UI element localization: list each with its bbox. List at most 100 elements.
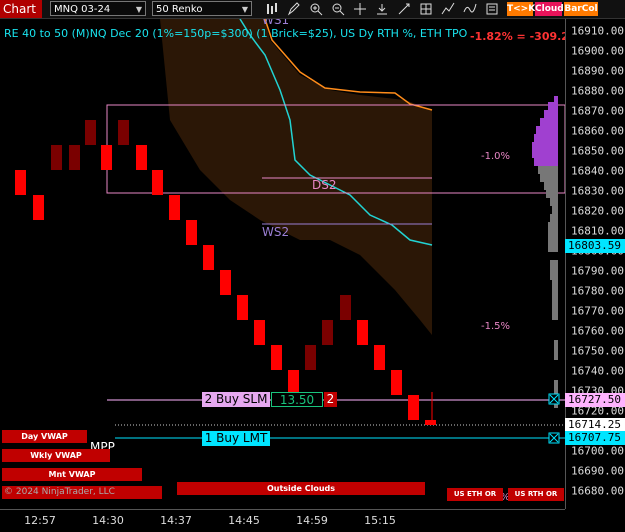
renko-brick (237, 295, 248, 320)
price-tick: 16740.00 (571, 364, 624, 378)
volume-profile-bar (552, 280, 558, 300)
pencil-icon[interactable] (287, 2, 301, 16)
price-tag-ws: 16803.59 (565, 239, 625, 253)
volume-profile-bar (552, 300, 558, 320)
volume-profile-bar (548, 102, 558, 110)
price-tick: 16810.00 (571, 224, 624, 238)
bar-type-value: 50 Renko (156, 4, 203, 15)
volume-profile-bar (550, 214, 558, 222)
volume-profile (532, 96, 558, 408)
price-tick: 16680.00 (571, 484, 624, 498)
pct-1-label: -1.0% (481, 151, 510, 162)
pct-15-label: -1.5% (481, 321, 510, 332)
volume-profile-bar (554, 340, 558, 360)
time-tick: 14:59 (296, 514, 328, 527)
price-tick: 16870.00 (571, 104, 624, 118)
renko-brick (408, 395, 419, 420)
time-tick: 14:30 (92, 514, 124, 527)
time-tick: 12:57 (24, 514, 56, 527)
mnt-vwap-label: Mnt VWAP (2, 468, 142, 481)
copyright: © 2024 NinjaTrader, LLC (4, 487, 115, 497)
barcol-toggle-button[interactable]: BarCol (564, 2, 598, 16)
volume-profile-bar (546, 190, 558, 198)
price-tick: 16690.00 (571, 464, 624, 478)
bar-chart-icon[interactable] (265, 2, 279, 16)
us-rth-or-label: US RTH OR (508, 488, 564, 501)
buy-slm-qty[interactable]: 2 (324, 392, 337, 407)
price-tick: 16900.00 (571, 44, 624, 58)
price-tag-buy-lmt: 16707.75 (565, 431, 625, 445)
volume-profile-bar (532, 150, 558, 158)
price-tick: 16840.00 (571, 164, 624, 178)
ws2-label: WS2 (262, 225, 289, 239)
buy-slm-price[interactable]: 13.50 (271, 392, 323, 407)
price-tick: 16830.00 (571, 184, 624, 198)
renko-brick (169, 195, 180, 220)
renko-brick (15, 170, 26, 195)
renko-brick (322, 320, 333, 345)
crosshair-icon[interactable] (353, 2, 367, 16)
save-icon[interactable] (375, 2, 389, 16)
time-tick: 14:37 (160, 514, 192, 527)
chevron-down-icon: ▼ (135, 5, 142, 14)
cloud-toggle-button[interactable]: Cloud (535, 2, 564, 16)
us-eth-or-label: US ETH OR (447, 488, 503, 501)
price-tick: 16890.00 (571, 64, 624, 78)
price-tick: 16780.00 (571, 284, 624, 298)
renko-brick (186, 220, 197, 245)
data-box-icon[interactable] (485, 2, 499, 16)
strategy-icon[interactable] (441, 2, 455, 16)
volume-profile-bar (540, 118, 558, 126)
time-tick: 15:15 (364, 514, 396, 527)
volume-profile-bar (534, 134, 558, 142)
volume-profile-bar (534, 158, 558, 166)
renko-brick (271, 345, 282, 370)
ds2-label: DS2 (312, 178, 337, 192)
price-tick: 16910.00 (571, 24, 624, 38)
renko-brick (85, 120, 96, 145)
price-tick: 16790.00 (571, 264, 624, 278)
volume-profile-bar (550, 260, 558, 280)
renko-brick (136, 145, 147, 170)
volume-profile-bar (536, 126, 558, 134)
price-tick: 16880.00 (571, 84, 624, 98)
ws1-label: WS1 (262, 19, 289, 27)
renko-brick (33, 195, 44, 220)
price-tick: 16760.00 (571, 324, 624, 338)
volume-profile-bar (548, 222, 558, 232)
time-tick: 14:45 (228, 514, 260, 527)
bar-type-selector[interactable]: 50 Renko ▼ (152, 1, 252, 16)
zoom-in-icon[interactable] (309, 2, 323, 16)
tk-toggle-button[interactable]: T<>K (507, 2, 535, 16)
volume-profile-bar (550, 198, 558, 206)
drawing-tool-icon[interactable] (397, 2, 411, 16)
chart-info: RE 40 to 50 (M)NQ Dec 20 (1%=150p=$300) … (4, 27, 468, 40)
wkly-vwap-label: Wkly VWAP (2, 449, 110, 462)
renko-brick (152, 170, 163, 195)
volume-profile-bar (554, 96, 558, 102)
renko-brick (101, 145, 112, 170)
volume-profile-bar (552, 206, 558, 214)
renko-brick (203, 245, 214, 270)
renko-brick (425, 420, 436, 425)
instrument-selector[interactable]: MNQ 03-24 ▼ (50, 1, 146, 16)
time-axis[interactable]: 12:57 14:30 14:37 14:45 14:59 15:15 (0, 509, 565, 532)
pct-change: -1.82% = -309.25 (470, 30, 577, 43)
price-tick: 16750.00 (571, 344, 624, 358)
buy-lmt-order[interactable]: 1 Buy LMT (202, 431, 270, 446)
chart-tab[interactable]: Chart (0, 0, 42, 18)
renko-brick (305, 345, 316, 370)
renko-brick (357, 320, 368, 345)
volume-profile-bar (544, 182, 558, 190)
zoom-out-icon[interactable] (331, 2, 345, 16)
price-tag-buy-slm: 16727.50 (565, 393, 625, 407)
buy-slm-order[interactable]: 2 Buy SLM (202, 392, 270, 407)
price-tick: 16820.00 (571, 204, 624, 218)
price-tick: 16700.00 (571, 444, 624, 458)
renko-brick (374, 345, 385, 370)
grid-icon[interactable] (419, 2, 433, 16)
volume-profile-bar (548, 232, 558, 252)
line-icon[interactable] (463, 2, 477, 16)
price-tick: 16850.00 (571, 144, 624, 158)
renko-brick (51, 145, 62, 170)
